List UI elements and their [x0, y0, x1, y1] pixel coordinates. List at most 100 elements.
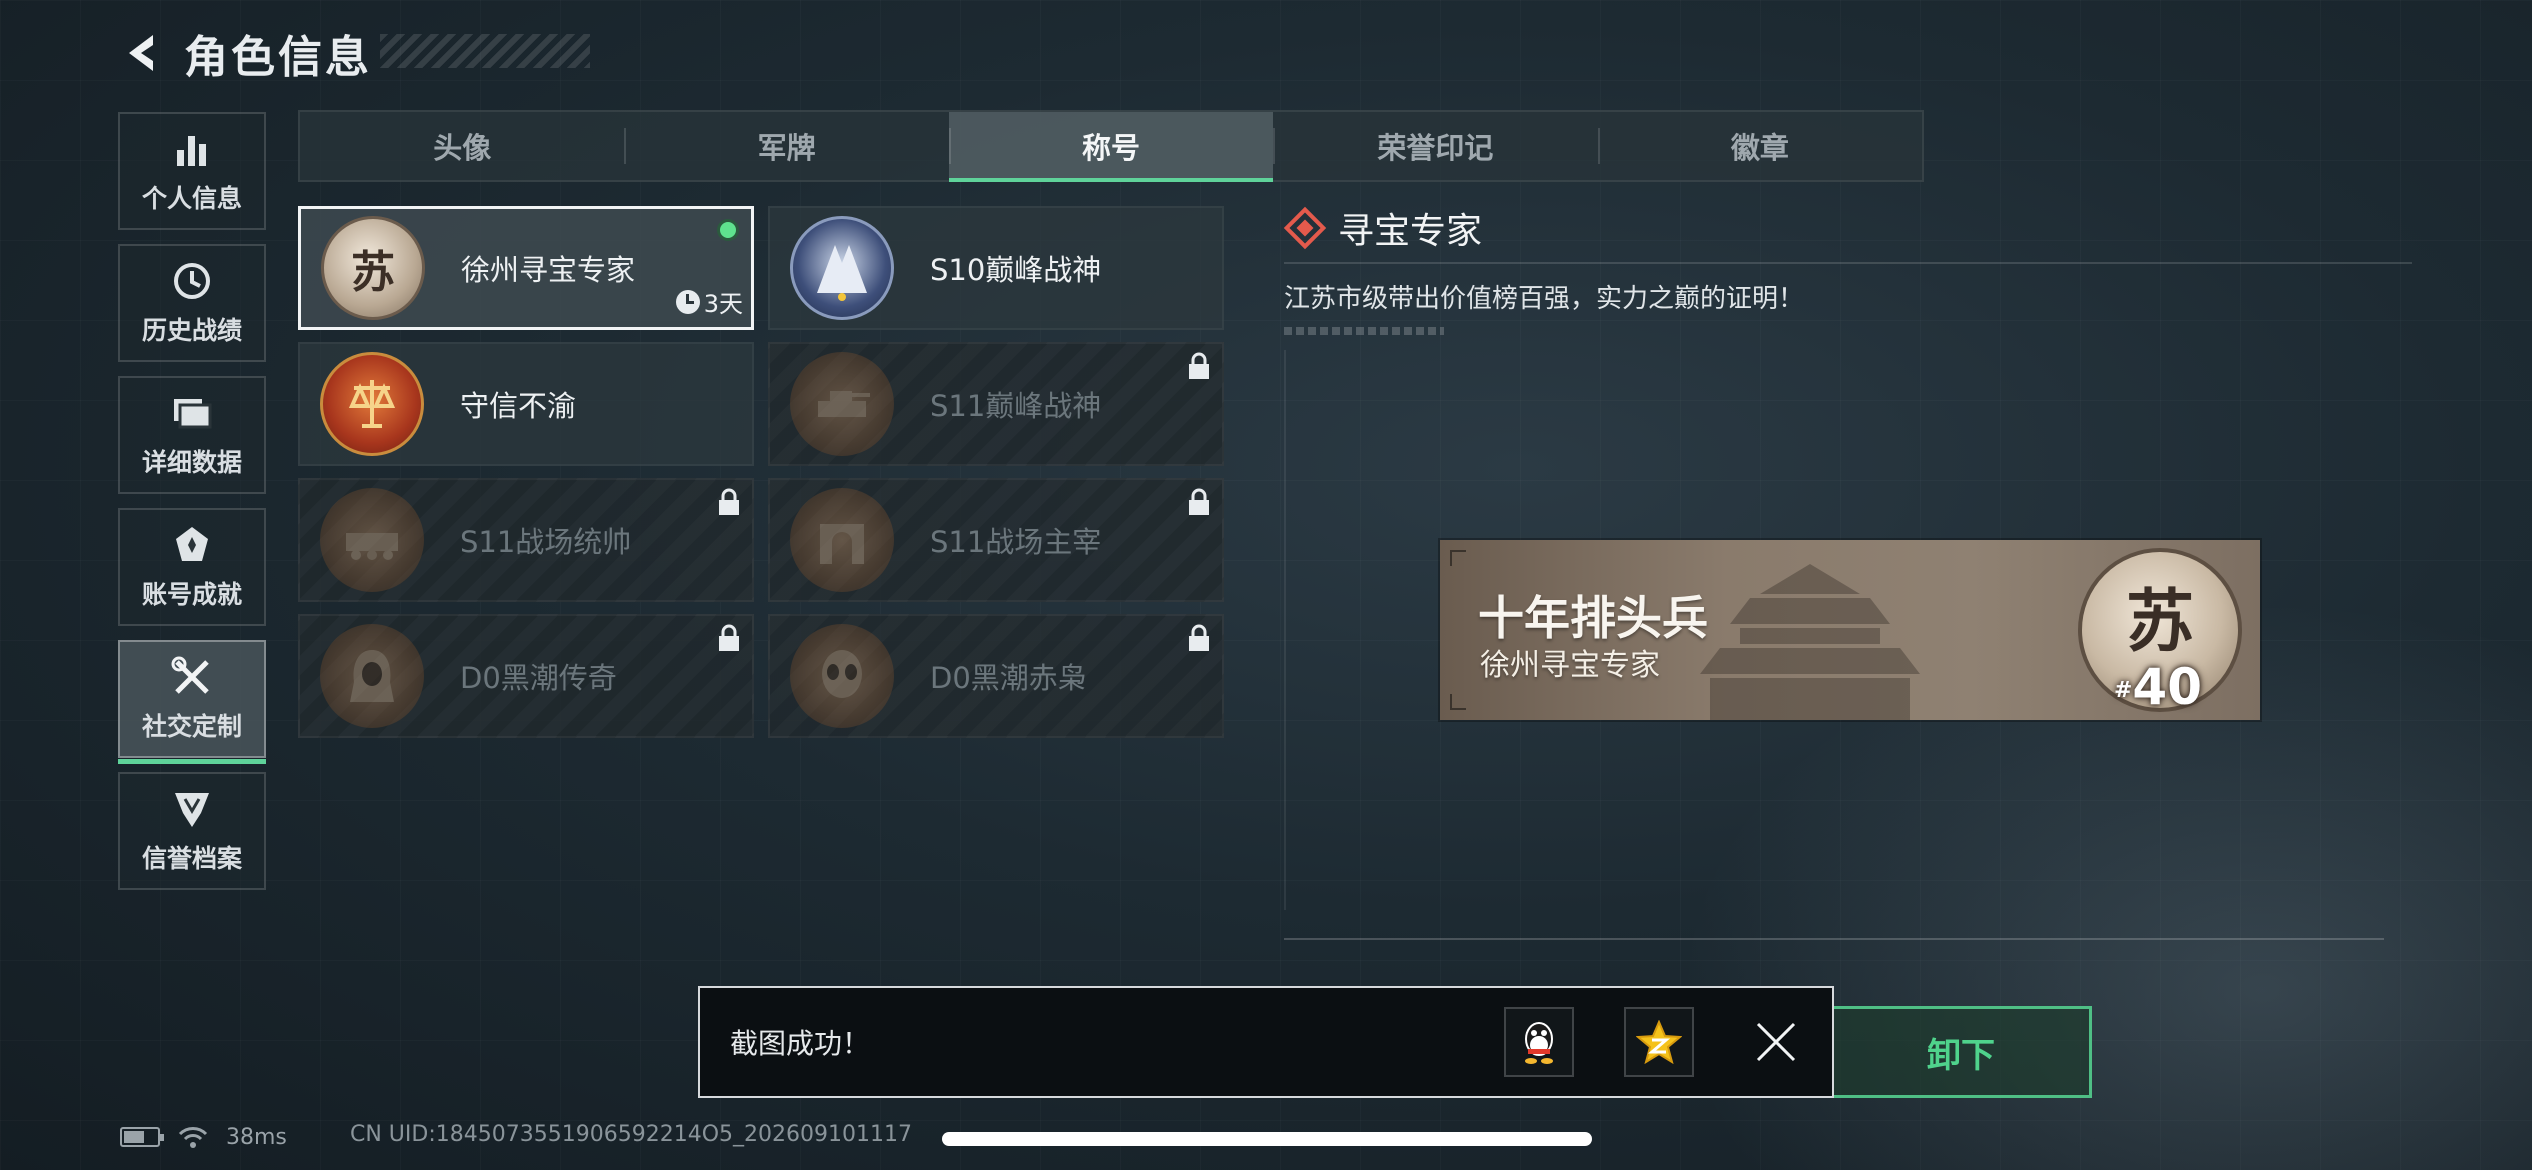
lock-icon [1189, 624, 1209, 651]
tank-icon [818, 391, 870, 417]
detail-fine-print [1284, 327, 1444, 335]
sidebar-item-label: 详细数据 [141, 448, 242, 477]
close-icon [1756, 1022, 1796, 1062]
title-card-s11-commander[interactable]: S11战场统帅 [298, 478, 754, 602]
title-card-s11-peak[interactable]: S11巅峰战神 [768, 342, 1224, 466]
sidebar-item-social-custom[interactable]: 社交定制 [118, 640, 266, 764]
bar-chart-icon [170, 127, 214, 171]
wifi-icon [178, 1127, 208, 1148]
back-arrow-icon [129, 35, 153, 71]
title-medal: 苏 [321, 216, 425, 320]
title-name: D0黑潮赤枭 [930, 661, 1087, 695]
lock-icon [1189, 352, 1209, 379]
preview-divider [1284, 938, 2384, 940]
title-medal [790, 488, 894, 592]
title-name: D0黑潮传奇 [460, 661, 617, 695]
title-name: 徐州寻宝专家 [461, 253, 636, 287]
back-button[interactable] [118, 26, 164, 80]
detail-divider [1284, 262, 2412, 264]
toast-close-button[interactable] [1744, 1010, 1808, 1074]
sidebar-item-detail-data[interactable]: 详细数据 [118, 376, 266, 494]
tab-avatar[interactable]: 头像 [300, 112, 624, 180]
sidebar-item-label: 个人信息 [141, 184, 242, 213]
toast-message: 截图成功！ [730, 1027, 871, 1060]
title-card-s11-dominator[interactable]: S11战场主宰 [768, 478, 1224, 602]
arch-icon [820, 524, 864, 564]
title-name: 守信不渝 [460, 389, 577, 423]
title-detail-panel: 寻宝专家 江苏市级带出价值榜百强，实力之巅的证明！ [1283, 200, 2412, 335]
sidebar-item-label: 信誉档案 [141, 844, 242, 873]
title-card-integrity[interactable]: 守信不渝 [298, 342, 754, 466]
title-medal [320, 624, 424, 728]
qzone-star-icon [1636, 1020, 1682, 1064]
page-header: 角色信息 [118, 26, 372, 83]
sidebar-item-credit-record[interactable]: 信誉档案 [118, 772, 266, 890]
title-name: S11巅峰战神 [930, 389, 1102, 423]
plate-sub-text: 徐州寻宝专家 [1480, 648, 1660, 683]
title-card-d0-owl[interactable]: D0黑潮赤枭 [768, 614, 1224, 738]
title-card-s10-peak[interactable]: S10巅峰战神 [768, 206, 1224, 330]
medal-glyph: 苏 [351, 247, 395, 298]
tab-honor-mark[interactable]: 荣誉印记 [1273, 112, 1597, 180]
qq-penguin-icon [1525, 1022, 1553, 1064]
title-medal [320, 488, 424, 592]
share-qq-button[interactable] [1504, 1007, 1574, 1077]
tab-title[interactable]: 称号 [948, 112, 1274, 182]
title-name: S11战场主宰 [930, 525, 1102, 559]
detail-description: 江苏市级带出价值榜百强，实力之巅的证明！ [1284, 284, 1805, 314]
detail-title-row: 寻宝专家 [1283, 200, 2412, 256]
title-timer: 3天 [675, 284, 743, 319]
title-medal [790, 216, 894, 320]
tab-bar: 头像 军牌 称号 荣誉印记 徽章 [298, 110, 1924, 182]
title-medal [790, 352, 894, 456]
title-card-d0-legend[interactable]: D0黑潮传奇 [298, 614, 754, 738]
share-qzone-button[interactable] [1624, 1007, 1694, 1077]
title-name: S11战场统帅 [460, 525, 632, 559]
credit-shield-icon [170, 787, 214, 831]
sidebar-item-label: 社交定制 [141, 712, 242, 741]
clock-icon [675, 289, 700, 314]
user-uid: CN UID:1845073551906592214O5_20260910111… [350, 1122, 912, 1147]
screenshot-toast: 截图成功！ [698, 986, 1834, 1098]
plate-main-text: 十年排头兵 [1478, 591, 1708, 645]
skull-mask-icon [822, 650, 862, 698]
lock-icon [719, 624, 739, 651]
title-decoration [380, 34, 590, 68]
tab-badge[interactable]: 徽章 [1597, 112, 1922, 180]
hooded-figure-icon [350, 650, 394, 702]
sidebar-item-history[interactable]: 历史战绩 [118, 244, 266, 362]
home-indicator[interactable] [942, 1132, 1592, 1146]
sidebar: 个人信息 历史战绩 详细数据 账号成就 社交定制 信誉档案 [118, 112, 266, 904]
ping-value: 38ms [226, 1124, 287, 1150]
sidebar-item-label: 账号成就 [141, 580, 242, 609]
history-clock-icon [170, 259, 214, 303]
page-title: 角色信息 [184, 32, 372, 83]
tools-icon [170, 655, 214, 699]
battery-icon [120, 1127, 164, 1147]
title-name: S10巅峰战神 [930, 253, 1102, 287]
scales-icon [348, 380, 396, 428]
lock-icon [719, 488, 739, 515]
detail-title: 寻宝专家 [1338, 211, 1483, 252]
rank-hash: # [2113, 678, 2133, 703]
title-card-xuzhou-treasure[interactable]: 苏 徐州寻宝专家 3天 [298, 206, 754, 330]
title-nameplate-preview: 十年排头兵 徐州寻宝专家 苏 #40 [1440, 540, 2260, 720]
title-medal [320, 352, 424, 456]
armored-vehicle-icon [346, 533, 398, 560]
title-medal [790, 624, 894, 728]
timer-text: 3天 [703, 290, 743, 318]
plate-medal-glyph: 苏 [2125, 581, 2194, 662]
folder-icon [170, 391, 214, 435]
diamond-icon [1283, 206, 1327, 250]
equipped-indicator [717, 219, 739, 241]
tab-dogtag[interactable]: 军牌 [624, 112, 948, 180]
sidebar-item-personal-info[interactable]: 个人信息 [118, 112, 266, 230]
plate-rank: #40 [2114, 658, 2202, 716]
rank-number: 40 [2132, 658, 2202, 716]
plate-corner [1450, 694, 1466, 710]
status-bar: 38ms [120, 1122, 287, 1152]
peak-medal-icon [817, 245, 867, 301]
plate-corner [1450, 550, 1466, 566]
sidebar-item-achievements[interactable]: 账号成就 [118, 508, 266, 626]
unequip-label: 卸下 [1927, 1035, 1995, 1076]
